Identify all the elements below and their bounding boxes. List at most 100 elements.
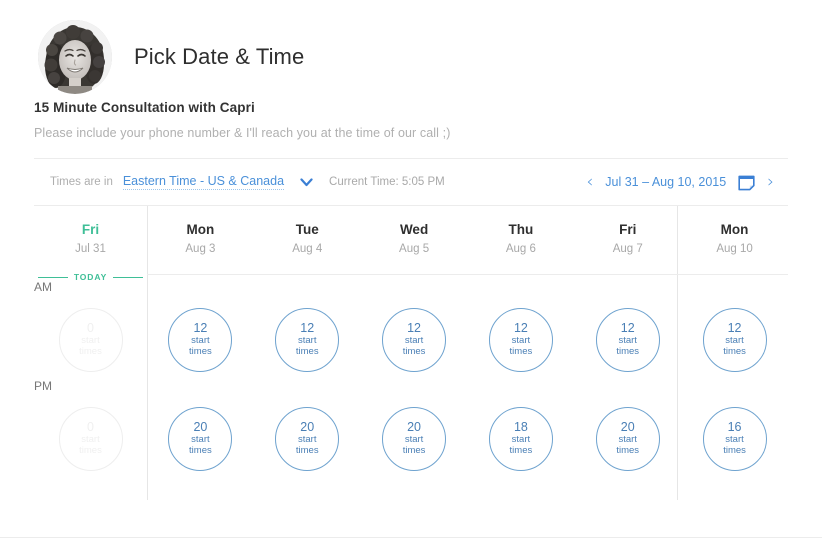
start-times-label-line2: times [402,346,426,357]
start-times-count: 20 [407,420,422,434]
start-times-label-line1: start [725,335,744,346]
slot-cell: 12 start times [681,307,788,372]
start-times-circle[interactable]: 20 start times [168,406,233,471]
start-times-label-line1: start [511,434,531,445]
slot-cell: 0 start times [34,307,147,372]
start-times-count: 12 [727,321,742,335]
day-of-week-label: Mon [720,222,749,237]
start-times-circle[interactable]: 12 start times [702,307,767,372]
day-header-wed-aug-5: Wed Aug 5 [361,218,468,274]
day-of-month-label: Aug 10 [716,243,753,255]
start-times-circle[interactable]: 12 start times [275,307,340,372]
footer-divider [0,537,822,538]
start-times-circle[interactable]: 20 start times [382,406,447,471]
day-of-week-label: Fri [81,222,100,237]
start-times-count: 20 [193,420,208,434]
start-times-circle[interactable]: 12 start times [382,307,447,372]
day-header-tue-aug-4: Tue Aug 4 [254,218,361,274]
slot-cell: 20 start times [147,406,254,471]
day-of-week-label: Wed [399,222,429,237]
start-times-label-line2: times [509,445,533,456]
start-times-count: 20 [300,420,315,434]
day-of-month-label: Jul 31 [75,243,106,255]
slot-cell: 12 start times [361,307,468,372]
date-range-label[interactable]: Jul 31 – Aug 10, 2015 [605,175,726,189]
start-times-circle[interactable]: 20 start times [595,406,660,471]
start-times-count: 12 [407,321,422,335]
calendar-icon[interactable] [738,174,755,191]
start-times-count: 12 [193,321,208,335]
prev-week-button[interactable]: ‹ [586,173,593,191]
chevron-down-icon[interactable] [300,177,313,187]
day-of-week-label: Tue [295,222,319,237]
start-times-label-line2: times [79,445,102,456]
timezone-select[interactable]: Eastern Time - US & Canada [122,174,285,190]
avatar-photo [38,20,112,94]
start-times-count: 20 [620,420,635,434]
slot-cell: 12 start times [574,307,681,372]
start-times-label-line1: start [297,335,317,346]
start-times-count: 12 [620,321,635,335]
day-of-week-label: Mon [186,222,215,237]
booking-page: Pick Date & Time 15 Minute Consultation … [0,0,822,548]
start-times-circle[interactable]: 18 start times [488,406,553,471]
start-times-circle-disabled: 0 start times [58,307,123,372]
day-of-month-label: Aug 6 [505,243,536,255]
slot-rows: AM PM 0 start times 12 start times 12 start time… [34,274,788,500]
start-times-count: 16 [727,420,742,434]
day-header-thu-aug-6: Thu Aug 6 [467,218,574,274]
start-times-circle[interactable]: 12 start times [488,307,553,372]
slot-cell: 12 start times [467,307,574,372]
start-times-circle[interactable]: 12 start times [595,307,660,372]
slot-cell: 20 start times [361,406,468,471]
start-times-label-line2: times [616,445,640,456]
slot-cell: 18 start times [467,406,574,471]
calendar-grid: Fri Jul 31 TODAY Mon Aug 3 Tue Aug 4 Wed Aug 5 Th… [34,206,788,500]
start-times-label-line2: times [402,445,426,456]
day-of-month-label: Aug 5 [399,243,430,255]
start-times-count: 0 [87,321,94,335]
start-times-count: 0 [87,420,94,434]
pm-label: PM [34,379,52,393]
day-header-row: Fri Jul 31 TODAY Mon Aug 3 Tue Aug 4 Wed Aug 5 Th… [34,218,788,282]
start-times-label-line1: start [404,434,424,445]
start-times-label-line1: start [725,434,744,445]
am-slot-row: 0 start times 12 start times 12 start times 12 sta… [34,290,788,389]
day-of-week-label: Fri [619,222,637,237]
start-times-label-line1: start [511,335,531,346]
start-times-count: 12 [300,321,315,335]
start-times-label-line2: times [723,445,746,456]
event-title: 15 Minute Consultation with Capri [34,100,255,115]
page-title: Pick Date & Time [134,44,305,69]
slot-cell: 0 start times [34,406,147,471]
slot-cell: 12 start times [147,307,254,372]
event-description: Please include your phone number & I'll … [34,126,451,140]
toolbar: Times are in Eastern Time - US & Canada … [34,158,788,206]
start-times-circle[interactable]: 16 start times [702,406,767,471]
start-times-label-line2: times [509,346,533,357]
start-times-label-line2: times [189,445,212,456]
pm-slot-row: 0 start times 20 start times 20 start times 20 sta… [34,389,788,488]
avatar [38,20,112,94]
current-time-label: Current Time: 5:05 PM [329,176,445,188]
start-times-label-line2: times [79,346,102,357]
start-times-label-line2: times [295,445,319,456]
slot-cell: 16 start times [681,406,788,471]
day-header-fri-aug-7: Fri Aug 7 [574,218,681,274]
day-of-month-label: Aug 3 [185,243,216,255]
start-times-circle[interactable]: 12 start times [168,307,233,372]
start-times-label-line2: times [295,346,319,357]
start-times-label-line2: times [723,346,746,357]
start-times-label-line1: start [618,335,637,346]
slot-cell: 12 start times [254,307,361,372]
start-times-circle[interactable]: 20 start times [275,406,340,471]
start-times-count: 12 [513,321,528,335]
page-header: Pick Date & Time [0,0,822,94]
am-label: AM [34,280,52,294]
next-week-button[interactable]: › [767,173,774,191]
start-times-count: 18 [513,420,528,434]
day-header-mon-aug-10: Mon Aug 10 [681,218,788,274]
event-info: 15 Minute Consultation with Capri Please… [0,86,822,140]
start-times-label-line1: start [81,335,100,346]
start-times-label-line1: start [191,335,210,346]
